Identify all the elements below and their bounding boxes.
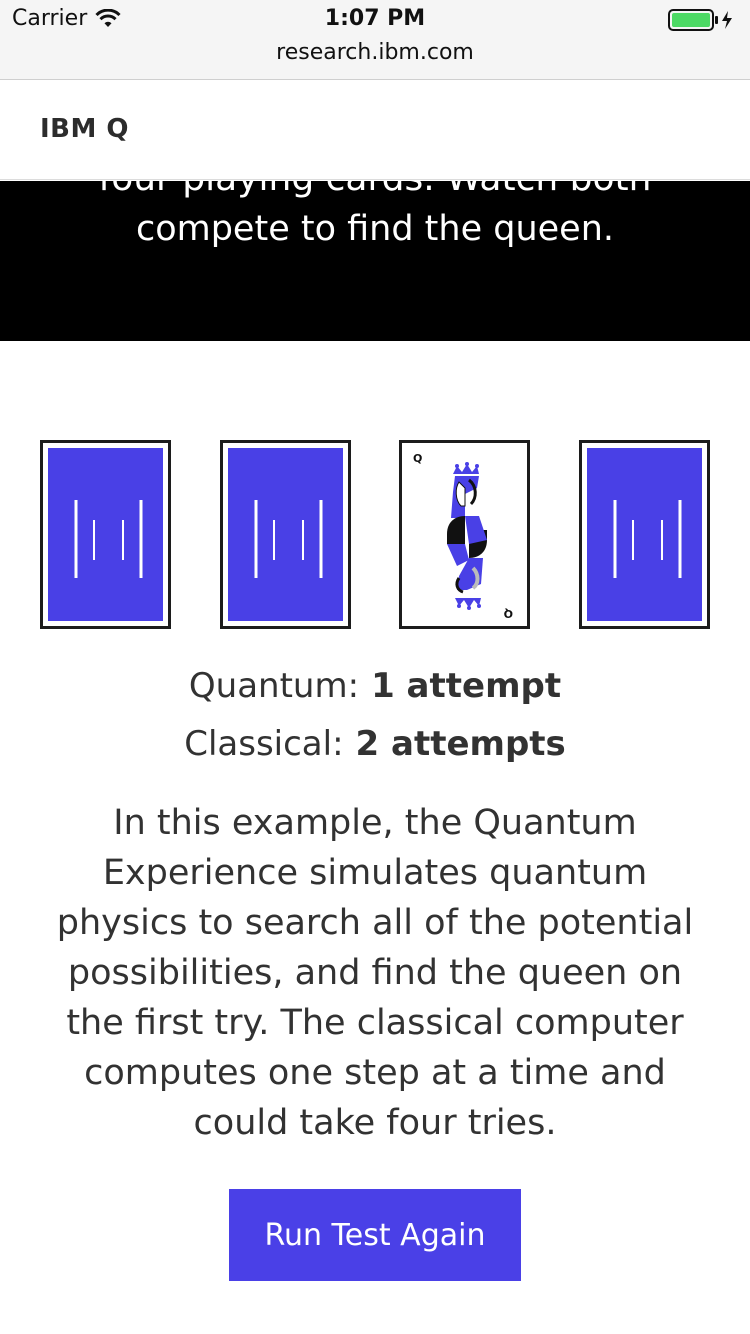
- url-bar[interactable]: research.ibm.com: [0, 40, 750, 65]
- card-back-icon: [228, 448, 343, 621]
- card-3[interactable]: Q Q: [399, 440, 530, 629]
- battery-indicator: [668, 9, 738, 31]
- card-1[interactable]: [40, 440, 171, 629]
- quantum-value: 1 attempt: [371, 666, 562, 706]
- card-back-icon: [48, 448, 163, 621]
- run-test-again-button[interactable]: Run Test Again: [229, 1189, 521, 1281]
- site-header: IBM Q: [0, 80, 750, 180]
- card-back-icon: [587, 448, 702, 621]
- battery-charging-icon: [668, 9, 732, 31]
- quantum-label: Quantum:: [188, 666, 360, 706]
- card-rank-label: Q: [413, 452, 422, 465]
- quantum-result: Quantum: 1 attempt: [0, 666, 750, 706]
- status-time: 1:07 PM: [324, 6, 426, 31]
- card-2[interactable]: [220, 440, 351, 629]
- classical-value: 2 attempts: [355, 724, 566, 764]
- svg-text:Q: Q: [504, 607, 513, 620]
- brand-logo[interactable]: IBM Q: [40, 114, 129, 144]
- browser-chrome: Carrier 1:07 PM research.ibm.com: [0, 0, 750, 80]
- queen-card-icon: Q Q: [407, 448, 522, 621]
- hero-banner: four playing cards. Watch both compete t…: [0, 181, 750, 341]
- classical-label: Classical:: [184, 724, 344, 764]
- card-4[interactable]: [579, 440, 710, 629]
- result-description: In this example, the Quantum Experience …: [56, 803, 694, 1143]
- classical-result: Classical: 2 attempts: [0, 724, 750, 764]
- card-row: Q Q: [40, 440, 710, 630]
- hero-partial-line: four playing cards. Watch both: [0, 181, 750, 197]
- hero-line: compete to find the queen.: [135, 209, 615, 249]
